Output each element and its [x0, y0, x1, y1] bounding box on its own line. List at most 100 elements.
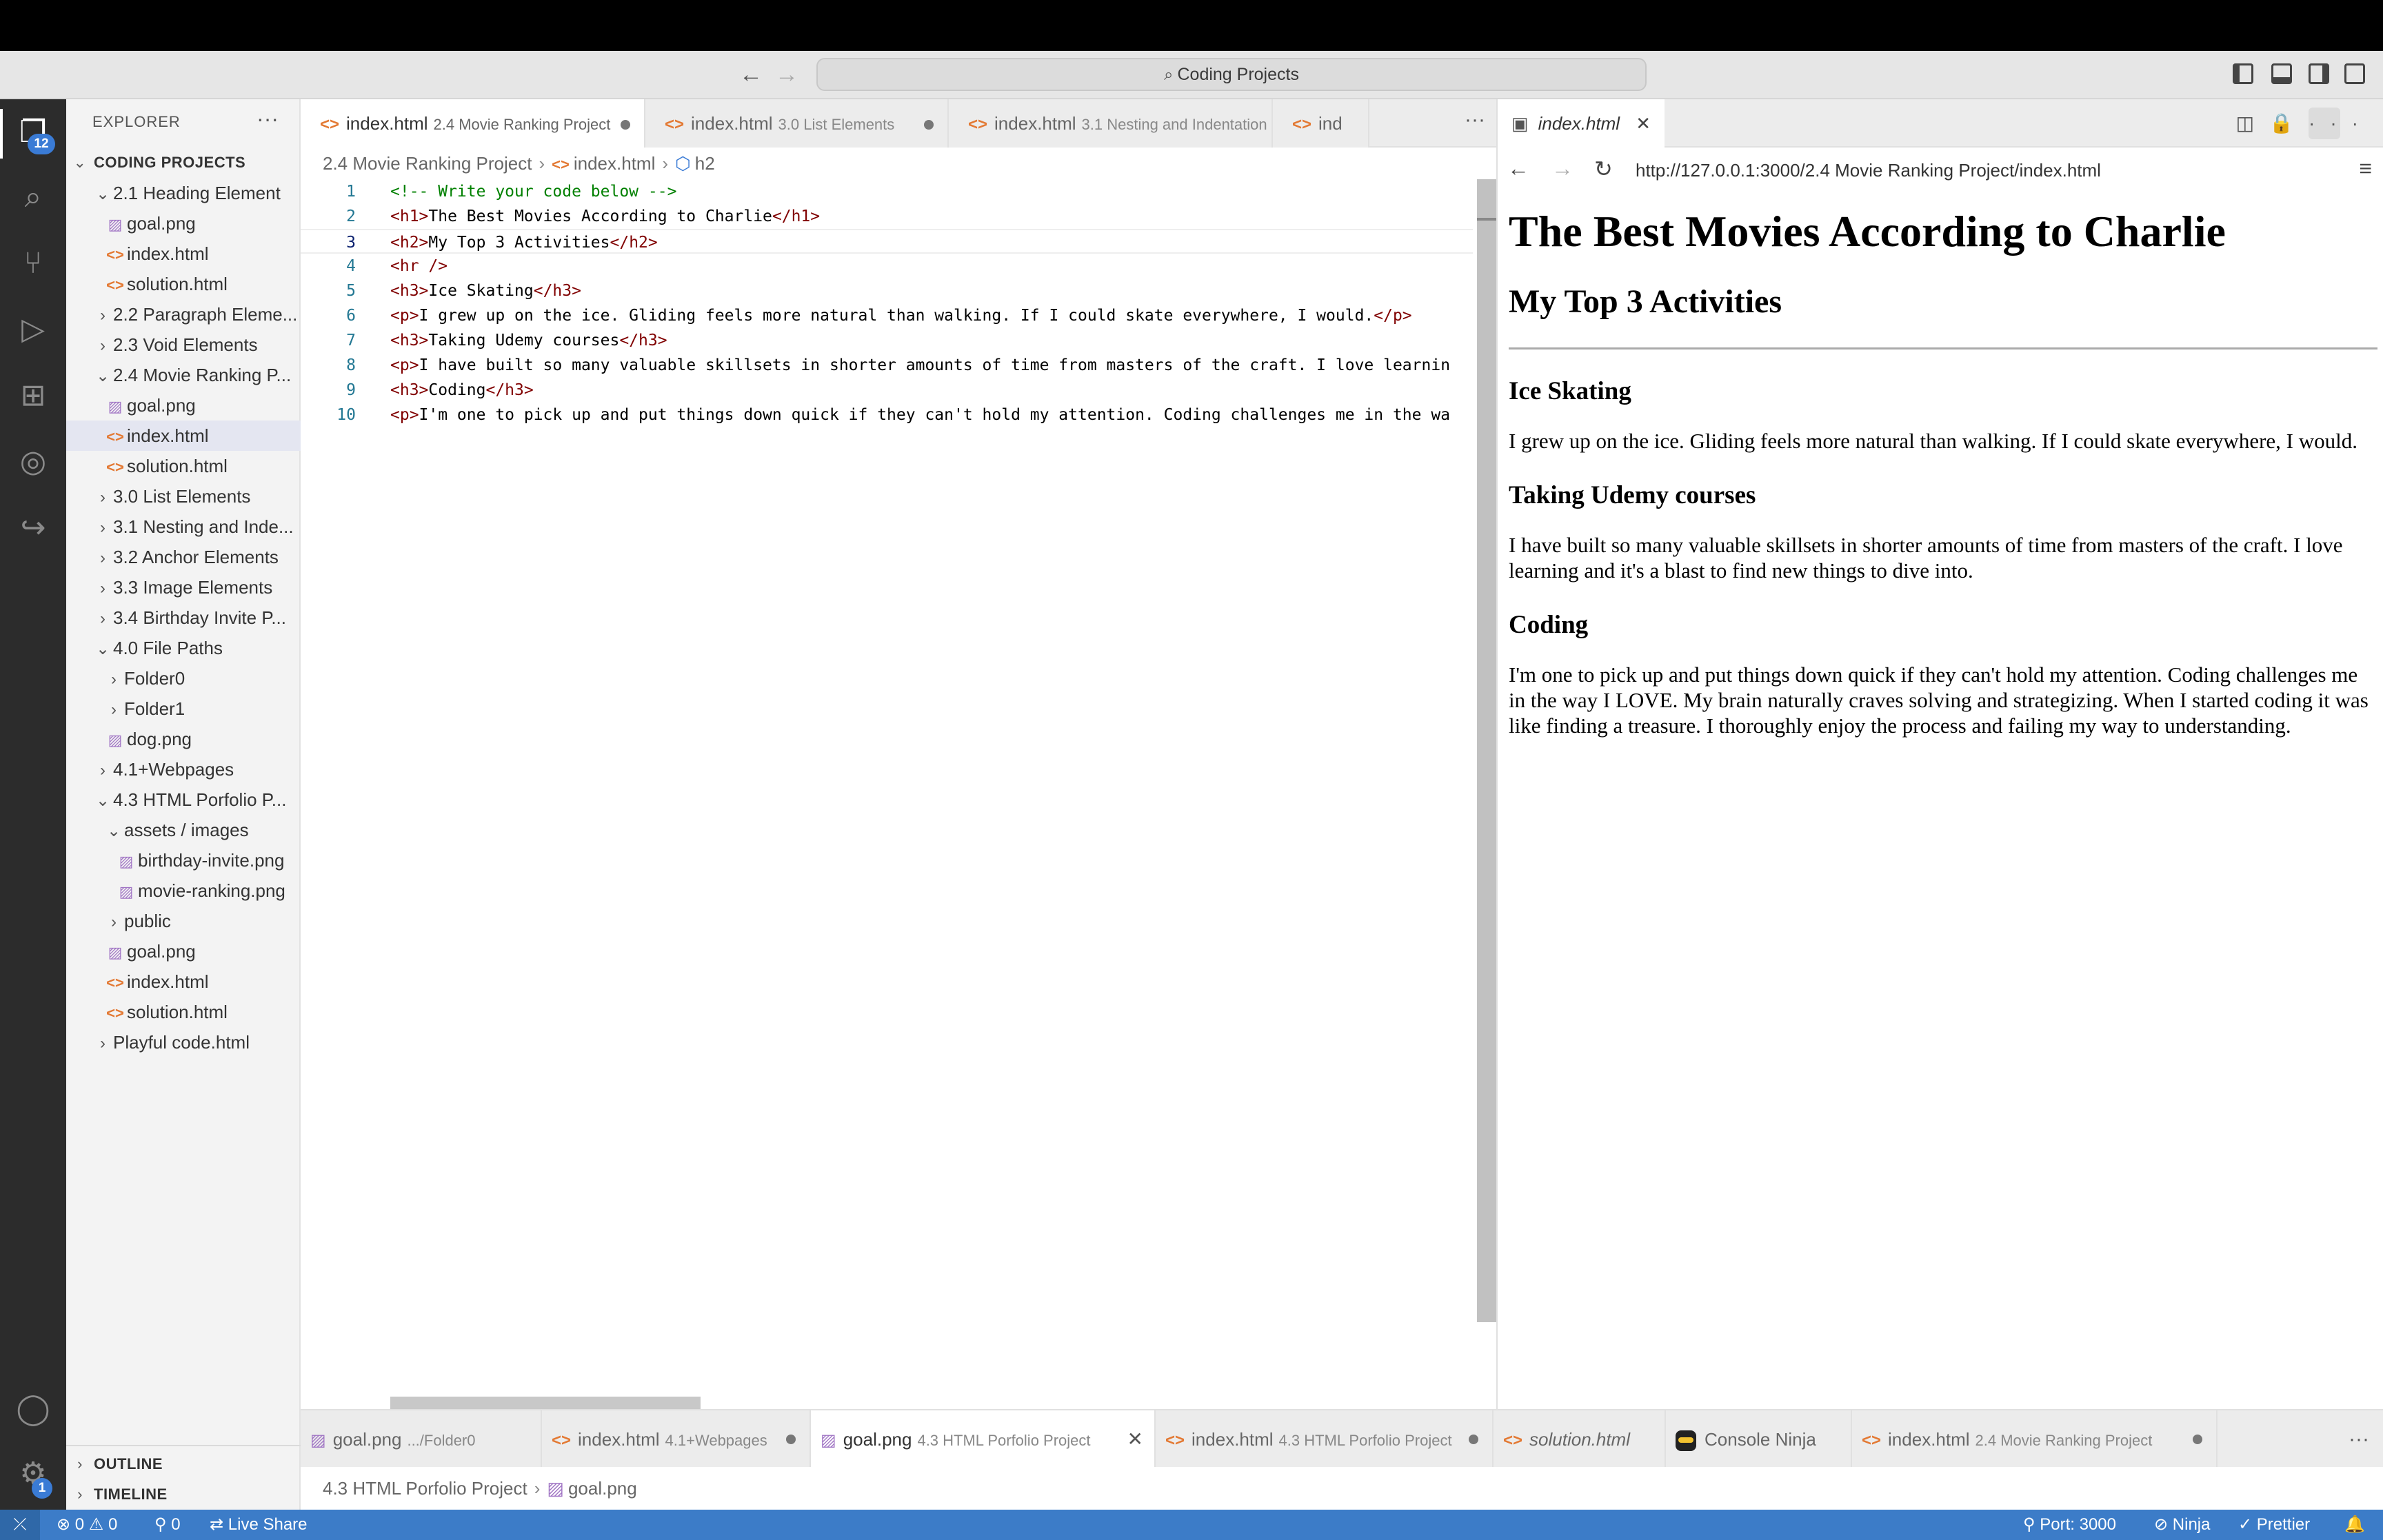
- tree-item[interactable]: <> solution.html: [66, 451, 301, 481]
- tab-description: 4.3 HTML Porfolio Project: [917, 1432, 1091, 1449]
- tree-item[interactable]: <> solution.html: [66, 269, 301, 299]
- back-arrow-icon[interactable]: ←: [739, 61, 763, 88]
- tree-item[interactable]: › public: [66, 906, 301, 936]
- breadcrumb-folder[interactable]: 4.3 HTML Porfolio Project: [323, 1478, 527, 1499]
- tree-item[interactable]: ⌄ 2.1 Heading Element: [66, 178, 301, 208]
- close-icon[interactable]: ✕: [1127, 1410, 1143, 1468]
- workspace-root[interactable]: ⌄ CODING PROJECTS: [66, 148, 301, 178]
- editor-tab[interactable]: <> index.html 3.1 Nesting and Indentation: [949, 99, 1273, 148]
- menu-icon[interactable]: ≡: [2359, 156, 2372, 181]
- tree-item[interactable]: <> index.html: [66, 239, 301, 269]
- tree-item-label: assets / images: [124, 820, 249, 840]
- timeline-section[interactable]: › TIMELINE: [66, 1479, 301, 1510]
- tree-item[interactable]: ▨ birthday-invite.png: [66, 845, 301, 875]
- tree-item[interactable]: › 3.3 Image Elements: [66, 572, 301, 602]
- tree-item[interactable]: <> solution.html: [66, 997, 301, 1027]
- ports-status[interactable]: ⚲ 0: [154, 1510, 181, 1540]
- code-line[interactable]: 7 <h3>Taking Udemy courses</h3>: [301, 328, 1473, 353]
- tree-item[interactable]: ⌄ 4.3 HTML Porfolio P...: [66, 784, 301, 815]
- code-area[interactable]: 1 <!-- Write your code below --> 2 <h1>The …: [301, 179, 1473, 1489]
- toggle-secondary-sidebar-icon[interactable]: [2309, 63, 2329, 84]
- tree-item[interactable]: › 2.2 Paragraph Eleme...: [66, 299, 301, 330]
- tree-item[interactable]: › Playful code.html: [66, 1027, 301, 1057]
- run-debug-icon[interactable]: ▷: [12, 309, 54, 350]
- more-actions-icon[interactable]: ···: [2309, 112, 2373, 134]
- more-tabs-icon[interactable]: ···: [2349, 1410, 2369, 1468]
- forward-arrow-icon[interactable]: →: [775, 61, 798, 88]
- tree-item[interactable]: ⌄ 2.4 Movie Ranking P...: [66, 360, 301, 390]
- console-ninja-status[interactable]: ⊘ Ninja: [2154, 1510, 2210, 1540]
- code-line[interactable]: 6 <p>I grew up on the ice. Gliding feels …: [301, 303, 1473, 328]
- tree-item[interactable]: ▨ dog.png: [66, 724, 301, 754]
- tree-item[interactable]: <> index.html: [66, 966, 301, 997]
- split-editor-icon[interactable]: ◫: [2236, 112, 2269, 134]
- code-line[interactable]: 10 <p>I'm one to pick up and put things d…: [301, 403, 1473, 427]
- tree-item[interactable]: › 3.2 Anchor Elements: [66, 542, 301, 572]
- editor-tab[interactable]: <> index.html 2.4 Movie Ranking Project: [301, 99, 645, 148]
- tree-item[interactable]: › 4.1+Webpages: [66, 754, 301, 784]
- outline-section[interactable]: › OUTLINE: [66, 1449, 301, 1479]
- toggle-primary-sidebar-icon[interactable]: [2233, 63, 2253, 84]
- tree-item[interactable]: ▨ goal.png: [66, 390, 301, 421]
- code-token: </h3>: [485, 381, 534, 399]
- bottom-editor-tab[interactable]: ▨ goal.png 4.3 HTML Porfolio Project ✕: [811, 1410, 1156, 1468]
- tree-item[interactable]: › 3.1 Nesting and Inde...: [66, 511, 301, 542]
- accounts-icon[interactable]: ◯: [12, 1388, 54, 1430]
- code-line[interactable]: 3 <h2>My Top 3 Activities</h2>: [301, 229, 1473, 254]
- tree-item[interactable]: › 3.0 List Elements: [66, 481, 301, 511]
- bottom-editor-tab[interactable]: ▨ goal.png .../Folder0: [301, 1410, 542, 1468]
- source-control-icon[interactable]: ⑂: [12, 243, 54, 284]
- tree-item[interactable]: › 2.3 Void Elements: [66, 330, 301, 360]
- tree-item[interactable]: ▨ movie-ranking.png: [66, 875, 301, 906]
- lock-icon[interactable]: 🔒: [2269, 112, 2309, 134]
- code-line[interactable]: 1 <!-- Write your code below -->: [301, 179, 1473, 204]
- prettier-status[interactable]: ✓ Prettier: [2238, 1510, 2310, 1540]
- tree-item[interactable]: › Folder0: [66, 663, 301, 693]
- bottom-editor-tab[interactable]: <> index.html 2.4 Movie Ranking Project: [1852, 1410, 2218, 1468]
- bottom-editor-tab[interactable]: <> solution.html: [1494, 1410, 1666, 1468]
- back-arrow-icon[interactable]: ←: [1507, 156, 1529, 181]
- bottom-editor-tab[interactable]: <> index.html 4.3 HTML Porfolio Project: [1156, 1410, 1494, 1468]
- code-line[interactable]: 2 <h1>The Best Movies According to Charli…: [301, 204, 1473, 229]
- code-line[interactable]: 4 <hr />: [301, 254, 1473, 278]
- image-file-icon: ▨: [108, 216, 123, 233]
- toggle-panel-icon[interactable]: [2271, 63, 2292, 84]
- live-server-port-status[interactable]: ⚲ Port: 3000: [2023, 1510, 2116, 1540]
- preview-tab[interactable]: ▣ index.html ✕: [1498, 99, 1665, 148]
- editor-tab[interactable]: <> ind: [1273, 99, 1369, 148]
- command-center-search[interactable]: ⌕ Coding Projects: [816, 58, 1647, 91]
- breadcrumb-file[interactable]: goal.png: [568, 1478, 637, 1499]
- forward-arrow-icon[interactable]: →: [1551, 156, 1573, 181]
- remote-indicator-icon[interactable]: ⤫: [0, 1510, 40, 1540]
- tree-item[interactable]: ⌄ assets / images: [66, 815, 301, 845]
- tree-item[interactable]: <> index.html: [66, 421, 301, 451]
- bottom-editor-tab[interactable]: <> index.html 4.1+Webpages: [542, 1410, 811, 1468]
- live-share-icon[interactable]: ↪: [12, 507, 54, 549]
- url-input[interactable]: http://127.0.0.1:3000/2.4 Movie Ranking …: [1636, 160, 2101, 181]
- editor-tab[interactable]: <> index.html 3.0 List Elements: [645, 99, 949, 148]
- breadcrumb-symbol[interactable]: h2: [695, 153, 715, 174]
- vertical-scrollbar[interactable]: [1477, 179, 1496, 1322]
- close-icon[interactable]: ✕: [1636, 99, 1651, 148]
- code-line[interactable]: 8 <p>I have built so many valuable skills…: [301, 353, 1473, 378]
- extensions-icon[interactable]: ⊞: [12, 375, 54, 416]
- customize-layout-icon[interactable]: [2344, 63, 2365, 84]
- problems-status[interactable]: ⊗ 0 ⚠ 0: [57, 1510, 117, 1540]
- tree-item[interactable]: ▨ goal.png: [66, 936, 301, 966]
- search-icon[interactable]: ⌕: [12, 176, 54, 218]
- code-line[interactable]: 5 <h3>Ice Skating</h3>: [301, 278, 1473, 303]
- breadcrumb-file[interactable]: index.html: [574, 153, 656, 174]
- live-share-status[interactable]: ⇄ Live Share: [210, 1510, 308, 1540]
- code-line[interactable]: 9 <h3>Coding</h3>: [301, 378, 1473, 403]
- notifications-bell-icon[interactable]: 🔔: [2344, 1510, 2365, 1540]
- git-graph-icon[interactable]: ◎: [12, 441, 54, 483]
- tree-item[interactable]: › Folder1: [66, 693, 301, 724]
- reload-icon[interactable]: ↻: [1594, 156, 1613, 182]
- more-tabs-icon[interactable]: ···: [1465, 99, 1485, 141]
- tree-item[interactable]: ⌄ 4.0 File Paths: [66, 633, 301, 663]
- breadcrumb-folder[interactable]: 2.4 Movie Ranking Project: [323, 153, 532, 174]
- tree-item[interactable]: › 3.4 Birthday Invite P...: [66, 602, 301, 633]
- more-actions-icon[interactable]: ···: [257, 106, 279, 132]
- bottom-editor-tab[interactable]: Console Ninja: [1666, 1410, 1852, 1468]
- tree-item[interactable]: ▨ goal.png: [66, 208, 301, 239]
